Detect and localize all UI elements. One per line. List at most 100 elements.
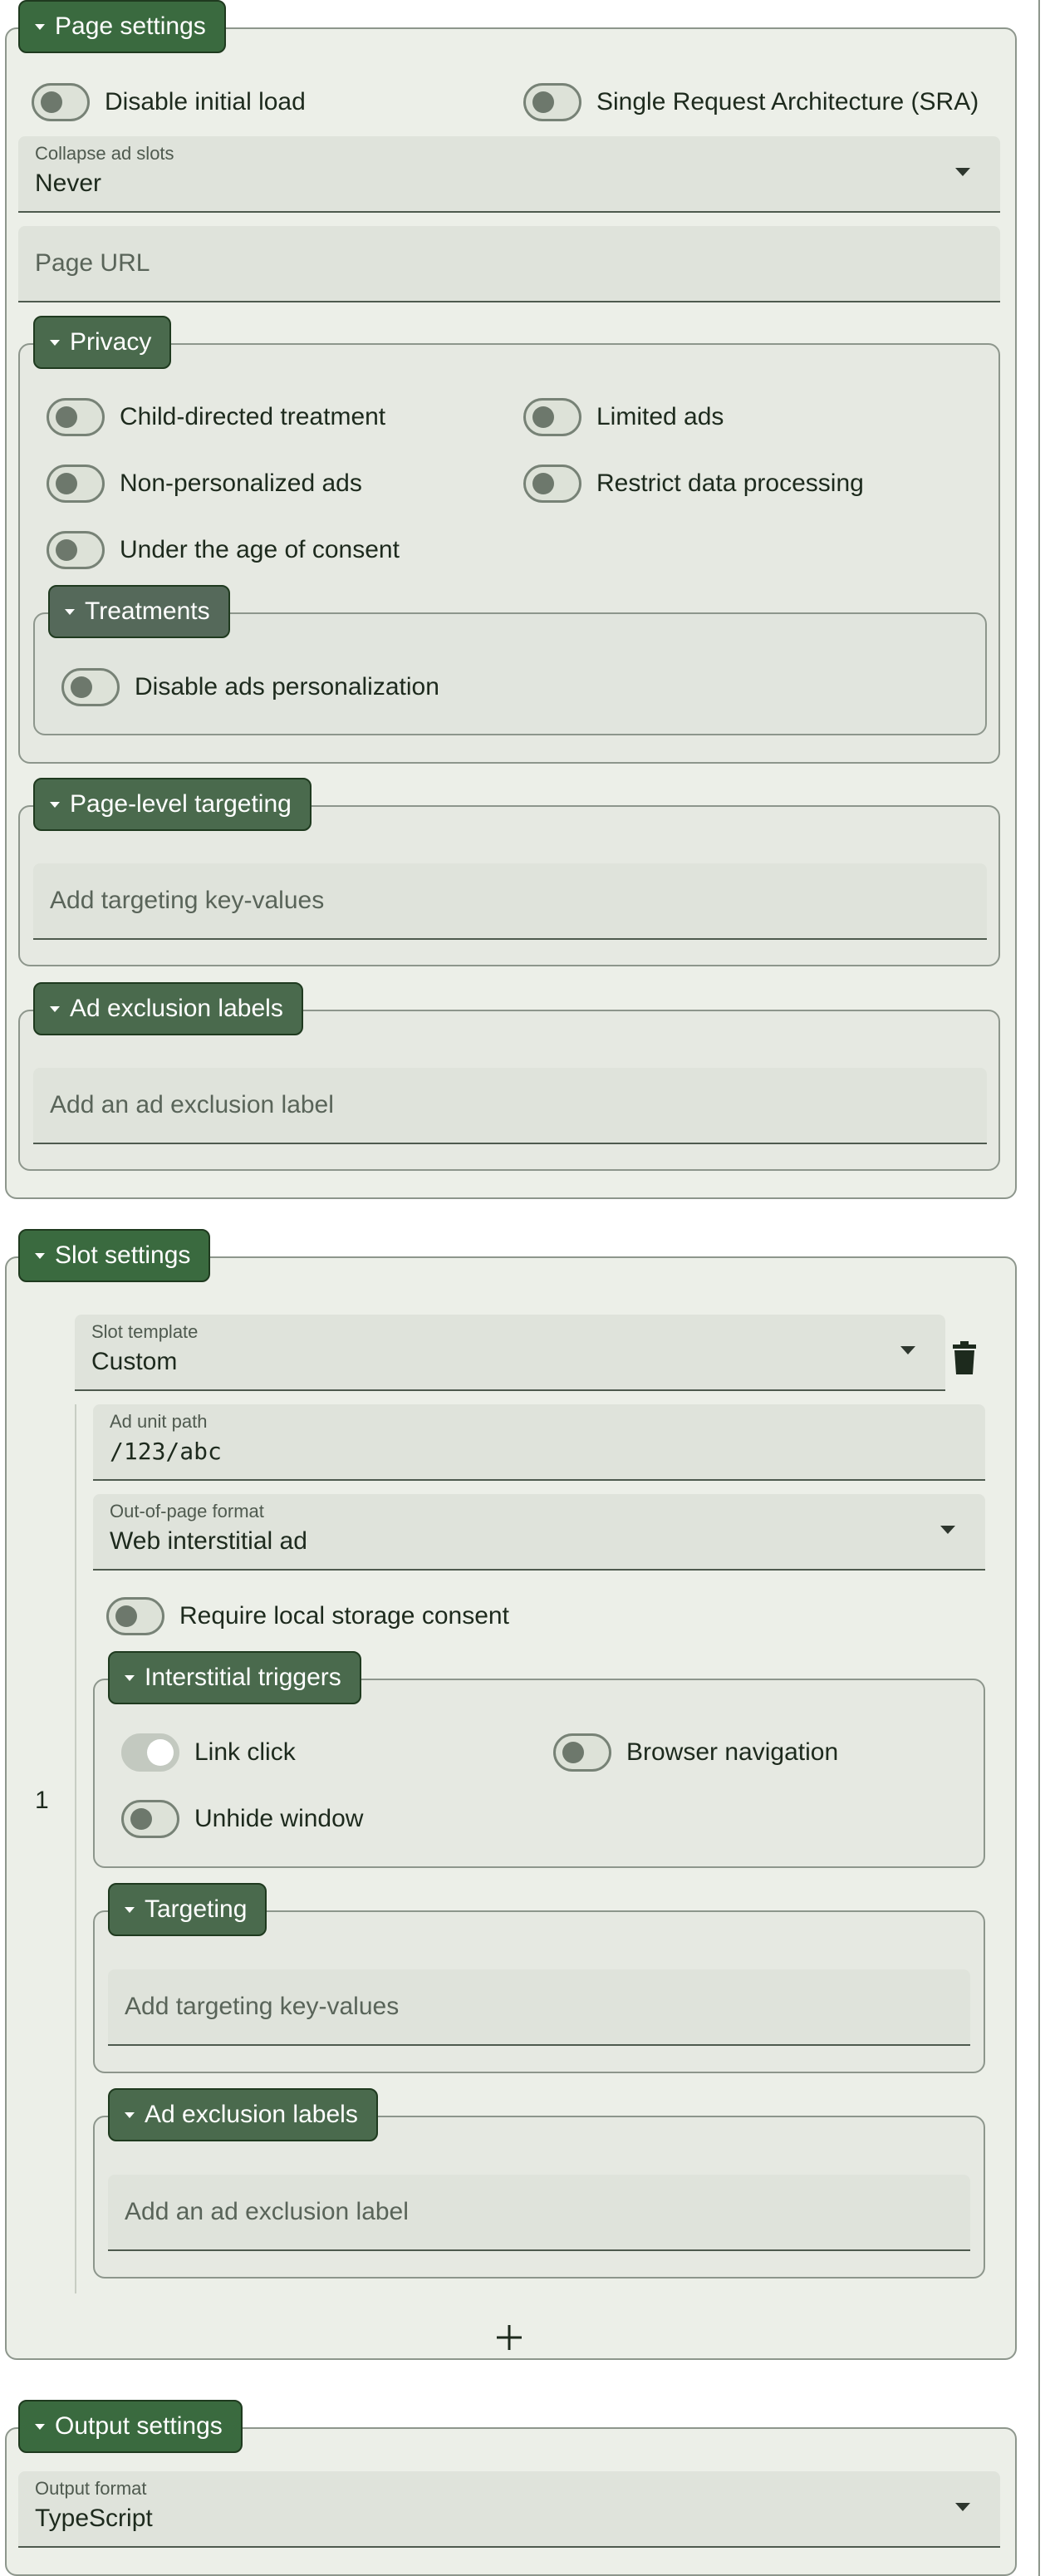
triggers-panel: [93, 1679, 985, 1868]
field-placeholder: Add an ad exclusion label: [125, 2198, 409, 2225]
caret-down-icon: [125, 2111, 135, 2118]
page-settings-header[interactable]: Page settings: [18, 0, 226, 53]
slot-number: 1: [35, 1787, 49, 1814]
privacy-header[interactable]: Privacy: [33, 316, 172, 369]
limited-ads-toggle[interactable]: Limited ads: [523, 398, 724, 436]
sra-toggle[interactable]: Single Request Architecture (SRA): [523, 83, 979, 121]
toggle-label: Restrict data processing: [596, 469, 864, 497]
toggle-label: Child-directed treatment: [120, 403, 386, 430]
toggle-label: Single Request Architecture (SRA): [596, 88, 979, 116]
slot-settings-title: Slot settings: [55, 1241, 191, 1269]
browser-navigation-toggle[interactable]: Browser navigation: [553, 1733, 838, 1772]
ad-unit-path-input[interactable]: Ad unit path /123/abc: [93, 1404, 985, 1481]
treatments-title: Treatments: [85, 597, 210, 625]
caret-down-icon: [35, 2423, 45, 2430]
toggle-switch[interactable]: [47, 398, 105, 436]
non-personalized-toggle[interactable]: Non-personalized ads: [47, 465, 362, 503]
slot-template-select[interactable]: Slot template Custom: [75, 1315, 945, 1391]
toggle-switch[interactable]: [61, 668, 120, 706]
dropdown-arrow-icon: [940, 1526, 955, 1534]
restrict-processing-toggle[interactable]: Restrict data processing: [523, 465, 864, 503]
field-label: Collapse ad slots: [35, 143, 174, 164]
toggle-label: Non-personalized ads: [120, 469, 362, 497]
field-value: Custom: [91, 1348, 178, 1375]
toggle-label: Link click: [194, 1738, 296, 1766]
delete-slot-icon[interactable]: [950, 1341, 979, 1374]
slot-divider: [75, 1404, 76, 2293]
page-exclusions-title: Ad exclusion labels: [70, 995, 283, 1022]
field-value: TypeScript: [35, 2505, 153, 2532]
slot-targeting-header[interactable]: Targeting: [108, 1883, 267, 1936]
toggle-label: Unhide window: [194, 1805, 364, 1832]
slot-exclusions-title: Ad exclusion labels: [145, 2101, 358, 2128]
field-placeholder: Add an ad exclusion label: [50, 1091, 334, 1118]
under-age-toggle[interactable]: Under the age of consent: [47, 531, 400, 569]
toggle-switch[interactable]: [47, 531, 105, 569]
page-settings-title: Page settings: [55, 12, 206, 40]
field-placeholder: Add targeting key-values: [50, 887, 325, 914]
toggle-label: Disable ads personalization: [135, 673, 439, 701]
scrollbar-track: [1038, 0, 1040, 2576]
toggle-switch[interactable]: [106, 1597, 164, 1635]
toggle-label: Under the age of consent: [120, 536, 400, 563]
local-storage-toggle[interactable]: Require local storage consent: [106, 1597, 509, 1635]
slot-exclusions-header[interactable]: Ad exclusion labels: [108, 2088, 378, 2141]
triggers-title: Interstitial triggers: [145, 1664, 341, 1691]
caret-down-icon: [125, 1906, 135, 1913]
slot-settings-header[interactable]: Slot settings: [18, 1229, 211, 1282]
toggle-switch[interactable]: [523, 83, 581, 121]
dropdown-arrow-icon: [955, 2503, 970, 2511]
slot-exclusion-input[interactable]: Add an ad exclusion label: [108, 2175, 970, 2251]
output-format-select[interactable]: Output format TypeScript: [18, 2471, 1000, 2548]
field-placeholder: Add targeting key-values: [125, 1993, 400, 2020]
toggle-label: Browser navigation: [626, 1738, 839, 1766]
page-targeting-title: Page-level targeting: [70, 790, 292, 818]
toggle-switch[interactable]: [47, 465, 105, 503]
page-exclusions-header[interactable]: Ad exclusion labels: [33, 982, 303, 1035]
toggle-switch[interactable]: [121, 1733, 179, 1772]
toggle-switch[interactable]: [523, 465, 581, 503]
child-directed-toggle[interactable]: Child-directed treatment: [47, 398, 385, 436]
disable-personalization-toggle[interactable]: Disable ads personalization: [61, 668, 439, 706]
caret-down-icon: [125, 1674, 135, 1681]
caret-down-icon: [50, 1005, 60, 1012]
slot-targeting-input[interactable]: Add targeting key-values: [108, 1969, 970, 2046]
field-value: Never: [35, 170, 102, 197]
treatments-header[interactable]: Treatments: [48, 585, 230, 638]
caret-down-icon: [35, 23, 45, 30]
field-placeholder: Page URL: [35, 249, 150, 277]
caret-down-icon: [50, 339, 60, 346]
field-label: Output format: [35, 2478, 147, 2499]
caret-down-icon: [50, 801, 60, 808]
toggle-switch[interactable]: [523, 398, 581, 436]
toggle-label: Require local storage consent: [179, 1602, 509, 1630]
page-url-input[interactable]: Page URL: [18, 226, 1000, 302]
privacy-title: Privacy: [70, 328, 152, 356]
toggle-switch[interactable]: [32, 83, 90, 121]
caret-down-icon: [35, 1252, 45, 1259]
toggle-switch[interactable]: [553, 1733, 611, 1772]
field-label: Ad unit path: [110, 1411, 208, 1432]
toggle-switch[interactable]: [121, 1800, 179, 1838]
dropdown-arrow-icon: [955, 168, 970, 176]
slot-targeting-title: Targeting: [145, 1895, 248, 1923]
link-click-toggle[interactable]: Link click: [121, 1733, 296, 1772]
output-settings-title: Output settings: [55, 2412, 223, 2440]
toggle-label: Disable initial load: [105, 88, 306, 116]
triggers-header[interactable]: Interstitial triggers: [108, 1651, 361, 1704]
unhide-window-toggle[interactable]: Unhide window: [121, 1800, 363, 1838]
output-settings-header[interactable]: Output settings: [18, 2400, 243, 2453]
field-value: Web interstitial ad: [110, 1527, 307, 1555]
field-label: Out-of-page format: [110, 1501, 264, 1522]
page-targeting-header[interactable]: Page-level targeting: [33, 778, 312, 831]
page-targeting-input[interactable]: Add targeting key-values: [33, 863, 987, 940]
page-exclusion-input[interactable]: Add an ad exclusion label: [33, 1068, 987, 1144]
field-label: Slot template: [91, 1321, 199, 1342]
collapse-ad-slots-select[interactable]: Collapse ad slots Never: [18, 136, 1000, 213]
disable-initial-load-toggle[interactable]: Disable initial load: [32, 83, 306, 121]
out-of-page-format-select[interactable]: Out-of-page format Web interstitial ad: [93, 1494, 985, 1571]
dropdown-arrow-icon: [900, 1346, 915, 1354]
add-slot-icon[interactable]: [496, 2324, 522, 2351]
caret-down-icon: [65, 608, 75, 615]
toggle-label: Limited ads: [596, 403, 724, 430]
